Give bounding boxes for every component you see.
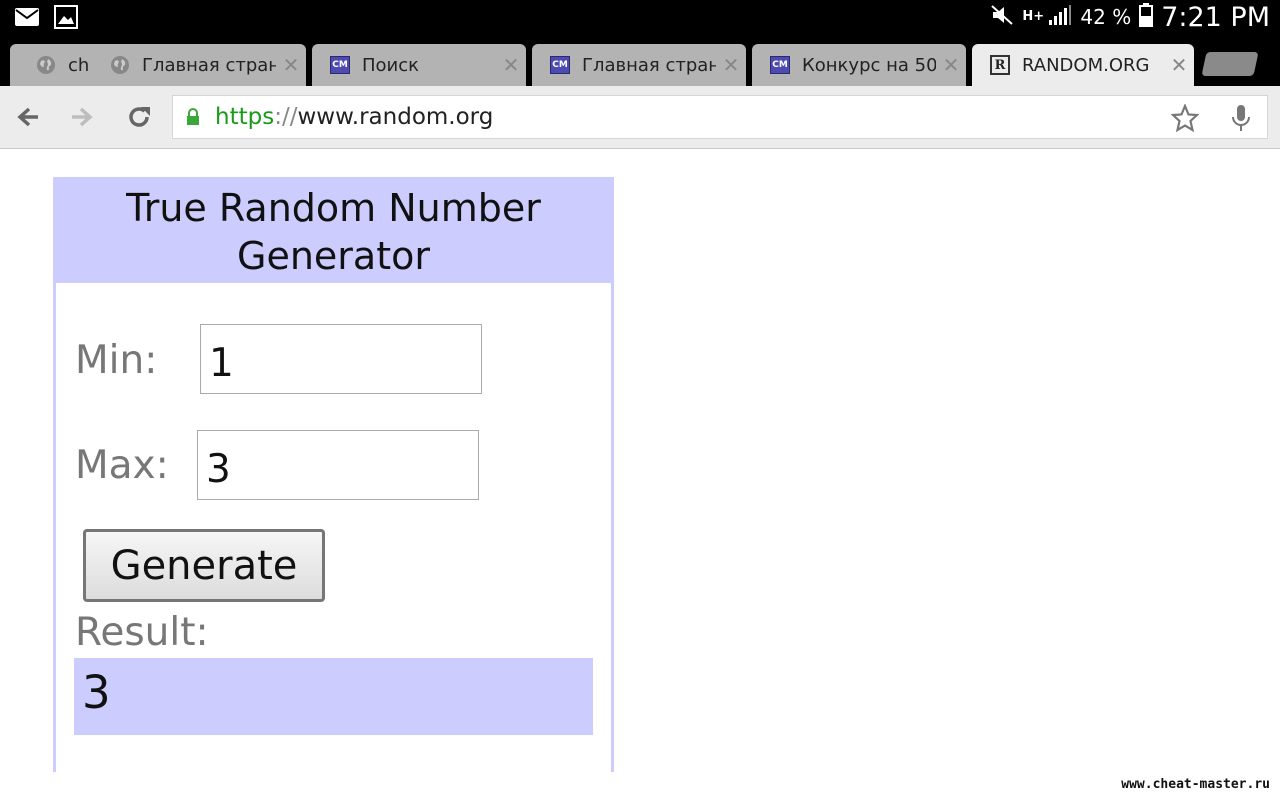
random-generator-widget: True Random Number Generator Min: Max: G… [53, 177, 614, 772]
address-bar[interactable]: https://www.random.org [172, 95, 1268, 139]
tab-label: RANDOM.ORG [1022, 54, 1150, 76]
widget-title: True Random Number Generator [126, 186, 541, 278]
back-arrow-icon [17, 107, 38, 127]
tab-3[interactable]: CM Поиск ✕ [312, 44, 526, 86]
tab-label: Поиск [362, 54, 420, 76]
random-org-icon: R [990, 55, 1010, 75]
star-icon[interactable] [1170, 103, 1200, 136]
widget-header: True Random Number Generator [56, 180, 611, 283]
url-text: https://www.random.org [215, 104, 494, 130]
generate-button[interactable]: Generate [83, 529, 325, 602]
clock: 7:21 PM [1161, 1, 1270, 33]
tab-2[interactable]: Главная стран ✕ [92, 44, 306, 86]
microphone-icon[interactable] [1229, 104, 1253, 136]
battery-percent: 42 % [1080, 5, 1132, 29]
close-icon[interactable]: ✕ [936, 53, 966, 77]
browser-toolbar: https://www.random.org [0, 86, 1280, 149]
tab-4[interactable]: CM Главная стран ✕ [532, 44, 746, 86]
lock-icon [185, 108, 201, 130]
close-icon[interactable]: ✕ [496, 53, 526, 77]
close-icon[interactable]: ✕ [276, 53, 306, 77]
watermark: www.cheat-master.ru [1121, 777, 1270, 792]
status-bar: H+ 42 % 7:21 PM [0, 0, 1280, 34]
tab-label: Главная стран [142, 54, 276, 76]
tab-5[interactable]: CM Конкурс на 50 ✕ [752, 44, 966, 86]
globe-icon [36, 55, 56, 75]
result-label: Result: [75, 610, 209, 655]
max-input[interactable] [197, 430, 479, 500]
result-value: 3 [74, 658, 593, 735]
cm-icon: CM [550, 55, 570, 75]
cm-icon: CM [330, 55, 350, 75]
back-button[interactable] [10, 100, 44, 134]
signal-icon [1048, 4, 1072, 31]
mute-icon [990, 3, 1014, 32]
tab-label: Главная стран [582, 54, 716, 76]
forward-arrow-icon [72, 107, 93, 127]
min-input[interactable] [200, 324, 482, 394]
mail-icon [14, 7, 40, 31]
max-label: Max: [75, 443, 169, 488]
tab-6[interactable]: R RANDOM.ORG ✕ [972, 44, 1194, 86]
cm-icon: CM [770, 55, 790, 75]
reload-icon [129, 107, 150, 127]
network-icon: H+ [1022, 9, 1045, 24]
tab-label: Конкурс на 50 [802, 54, 936, 76]
globe-icon [110, 55, 130, 75]
tab-strip: ch Главная стран ✕ CM Поиск ✕ CM Главная… [0, 34, 1280, 86]
image-icon [54, 5, 78, 33]
close-icon[interactable]: ✕ [716, 53, 746, 77]
new-tab-button[interactable] [1201, 52, 1259, 76]
reload-button[interactable] [122, 100, 156, 134]
min-label: Min: [75, 338, 158, 383]
battery-icon [1139, 2, 1154, 32]
forward-button[interactable] [66, 100, 100, 134]
close-icon[interactable]: ✕ [1164, 53, 1194, 77]
